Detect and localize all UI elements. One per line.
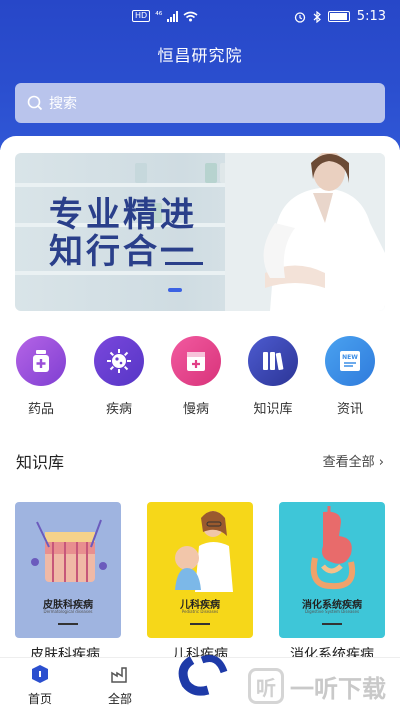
factory-icon [111,667,127,683]
category-news[interactable]: NEW 资讯 [320,336,380,417]
clock: 5:13 [356,9,386,24]
watermark-logo: 听 [248,668,284,704]
shelf-box [205,163,217,183]
tab-all[interactable]: 全部 [95,664,145,707]
wifi-icon [183,11,198,21]
battery-icon [327,11,350,22]
signal-icon [167,10,179,22]
svg-text:NEW: NEW [342,354,358,361]
watermark: 听 一听下载 [248,668,386,704]
card-cover-subtitle: Digestive System Diseases [304,609,360,614]
shelf [15,183,255,187]
knowledge-card-pediatrics[interactable]: 儿科疾病 Pediatric Diseases [147,502,253,638]
search-placeholder: 搜索 [49,96,77,112]
status-bar: HD ⁴⁶ 5:13 [0,0,400,36]
card-divider [190,623,210,625]
tab-label: 全部 [107,692,132,706]
medicine-bottle-icon [16,336,66,386]
status-right: 5:13 [294,9,386,24]
section-title: 知识库 [16,453,65,472]
knowledge-card-digestive[interactable]: 消化系统疾病 Digestive System Diseases [279,502,385,638]
banner-slogan-line2: 知行合一 [49,232,197,272]
banner-indicator[interactable] [168,288,182,292]
header: HD ⁴⁶ 5:13 恒昌研究院 搜索 [0,0,400,150]
card-cover-subtitle: Dermatological diseases [43,609,93,614]
shelf-box [135,163,147,183]
card-divider [58,623,78,625]
skin-illustration [31,519,107,582]
watermark-text: 一听下载 [290,674,386,703]
doctor-illustration [225,153,385,311]
banner-slogan-line1: 专业精进 [49,195,197,235]
knowledge-card-dermatology[interactable]: 皮肤科疾病 Dermatological diseases [15,502,121,638]
category-disease[interactable]: 疾病 [89,336,149,417]
category-chronic[interactable]: 慢病 [166,336,226,417]
tab-label: 首页 [27,692,52,706]
banner[interactable]: 专业精进 知行合一 [15,153,385,311]
page-title: 恒昌研究院 [157,46,243,65]
category-knowledge[interactable]: 知识库 [243,336,303,417]
home-icon [32,665,48,683]
card-divider [322,623,342,625]
search-input[interactable]: 搜索 [15,83,385,123]
hd-badge: HD [132,10,151,22]
card-cover-subtitle: Pediatric Diseases [181,609,219,614]
category-label: 知识库 [253,402,293,417]
network-label: ⁴⁶ [155,11,163,21]
digestive-illustration [310,506,355,590]
books-icon [248,336,298,386]
slogan-dash [165,262,203,265]
medical-folder-icon [171,336,221,386]
category-label: 疾病 [105,402,132,417]
search-icon [27,95,43,111]
status-left: HD ⁴⁶ [132,10,198,22]
center-logo-icon [178,655,228,696]
doctor-baby-illustration [175,511,233,592]
alarm-icon [294,11,305,23]
news-icon: NEW [325,336,375,386]
tab-home[interactable]: 首页 [15,664,65,707]
view-all-link[interactable]: 查看全部 › [323,451,384,470]
category-label: 慢病 [182,402,209,417]
category-grid: 药品 疾病 慢病 知识库 NEW 资讯 [0,336,400,417]
virus-icon [94,336,144,386]
category-label: 药品 [27,402,54,417]
category-medicine[interactable]: 药品 [11,336,71,417]
category-label: 资讯 [336,402,363,417]
bluetooth-icon [313,10,321,23]
